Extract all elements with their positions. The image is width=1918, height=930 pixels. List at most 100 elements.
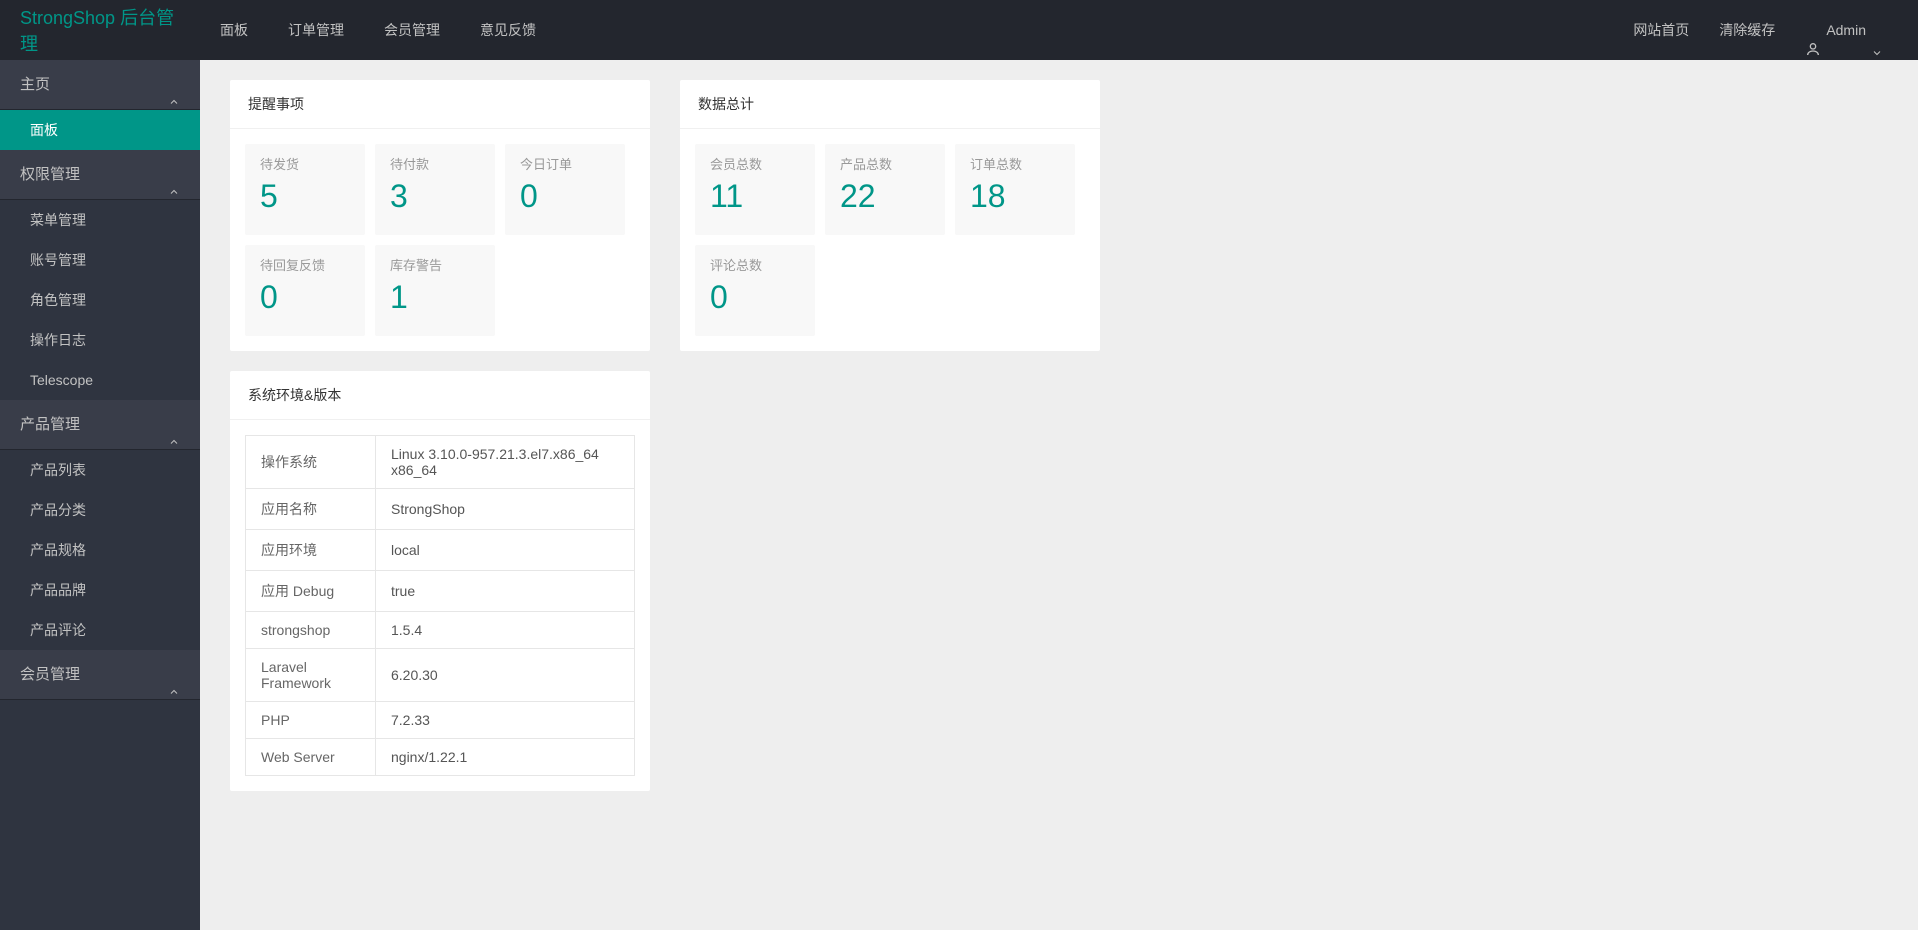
link-clear-cache[interactable]: 清除缓存: [1704, 0, 1790, 60]
user-menu[interactable]: Admin: [1790, 0, 1898, 60]
env-val: nginx/1.22.1: [376, 739, 635, 776]
side-group-title-permissions[interactable]: 权限管理: [0, 150, 200, 200]
table-row: 应用名称StrongShop: [246, 489, 635, 530]
env-key: 应用名称: [246, 489, 376, 530]
chevron-down-icon: [1871, 24, 1883, 36]
stat-stock-alert[interactable]: 库存警告 1: [375, 245, 495, 336]
table-row: Web Servernginx/1.22.1: [246, 739, 635, 776]
stat-pending-pay[interactable]: 待付款 3: [375, 144, 495, 235]
stat-value: 0: [710, 279, 800, 316]
stat-pending-feedback[interactable]: 待回复反馈 0: [245, 245, 365, 336]
stat-orders[interactable]: 订单总数 18: [955, 144, 1075, 235]
env-key: strongshop: [246, 612, 376, 649]
env-val: 6.20.30: [376, 649, 635, 702]
sidebar-item-menus[interactable]: 菜单管理: [0, 200, 200, 240]
logo[interactable]: StrongShop 后台管理: [0, 4, 200, 56]
card-env: 系统环境&版本 操作系统Linux 3.10.0-957.21.3.el7.x8…: [230, 371, 650, 791]
stat-products[interactable]: 产品总数 22: [825, 144, 945, 235]
side-group-home: 主页 面板: [0, 60, 200, 150]
side-group-members: 会员管理: [0, 650, 200, 700]
stat-reviews[interactable]: 评论总数 0: [695, 245, 815, 336]
stat-value: 0: [260, 279, 350, 316]
stat-label: 库存警告: [390, 255, 480, 274]
stat-label: 今日订单: [520, 154, 610, 173]
stat-label: 订单总数: [970, 154, 1060, 173]
sidebar-item-product-brands[interactable]: 产品品牌: [0, 570, 200, 610]
stat-today-orders[interactable]: 今日订单 0: [505, 144, 625, 235]
chevron-up-icon: [168, 419, 180, 431]
env-key: Web Server: [246, 739, 376, 776]
env-key: 操作系统: [246, 436, 376, 489]
sidebar-item-product-categories[interactable]: 产品分类: [0, 490, 200, 530]
env-key: 应用环境: [246, 530, 376, 571]
sidebar-item-product-list[interactable]: 产品列表: [0, 450, 200, 490]
card-header-env: 系统环境&版本: [230, 371, 650, 420]
nav-orders[interactable]: 订单管理: [268, 0, 364, 60]
header: StrongShop 后台管理 面板 订单管理 会员管理 意见反馈 网站首页 清…: [0, 0, 1918, 60]
env-val: 1.5.4: [376, 612, 635, 649]
side-group-label: 权限管理: [20, 150, 80, 200]
stat-value: 3: [390, 178, 480, 215]
side-group-title-home[interactable]: 主页: [0, 60, 200, 110]
side-group-products: 产品管理 产品列表 产品分类 产品规格 产品品牌 产品评论: [0, 400, 200, 650]
stat-value: 18: [970, 178, 1060, 215]
stat-value: 22: [840, 178, 930, 215]
user-name: Admin: [1826, 0, 1866, 60]
chevron-up-icon: [168, 79, 180, 91]
side-group-label: 主页: [20, 60, 50, 110]
env-val: true: [376, 571, 635, 612]
stat-label: 待发货: [260, 154, 350, 173]
sidebar-item-product-reviews[interactable]: 产品评论: [0, 610, 200, 650]
env-table: 操作系统Linux 3.10.0-957.21.3.el7.x86_64 x86…: [245, 435, 635, 776]
link-site-home[interactable]: 网站首页: [1618, 0, 1704, 60]
env-val: Linux 3.10.0-957.21.3.el7.x86_64 x86_64: [376, 436, 635, 489]
env-val: 7.2.33: [376, 702, 635, 739]
table-row: 应用环境local: [246, 530, 635, 571]
stat-label: 待付款: [390, 154, 480, 173]
card-reminders: 提醒事项 待发货 5 待付款 3 今日订单 0: [230, 80, 650, 351]
env-val: StrongShop: [376, 489, 635, 530]
card-header-reminders: 提醒事项: [230, 80, 650, 129]
stat-value: 0: [520, 178, 610, 215]
sidebar-item-telescope[interactable]: Telescope: [0, 360, 200, 400]
card-header-totals: 数据总计: [680, 80, 1100, 129]
chevron-up-icon: [168, 169, 180, 181]
top-nav: 面板 订单管理 会员管理 意见反馈: [200, 0, 1618, 60]
stat-label: 评论总数: [710, 255, 800, 274]
env-key: Laravel Framework: [246, 649, 376, 702]
sidebar-item-oplogs[interactable]: 操作日志: [0, 320, 200, 360]
stat-label: 产品总数: [840, 154, 930, 173]
table-row: strongshop1.5.4: [246, 612, 635, 649]
table-row: PHP7.2.33: [246, 702, 635, 739]
table-row: Laravel Framework6.20.30: [246, 649, 635, 702]
user-icon: [1805, 22, 1821, 38]
side-group-title-products[interactable]: 产品管理: [0, 400, 200, 450]
table-row: 操作系统Linux 3.10.0-957.21.3.el7.x86_64 x86…: [246, 436, 635, 489]
sidebar: 主页 面板 权限管理 菜单管理 账号管理 角色管理 操作日志 Telescope…: [0, 60, 200, 930]
card-totals: 数据总计 会员总数 11 产品总数 22 订单总数 18: [680, 80, 1100, 351]
top-right: 网站首页 清除缓存 Admin: [1618, 0, 1918, 60]
env-key: PHP: [246, 702, 376, 739]
content: 提醒事项 待发货 5 待付款 3 今日订单 0: [200, 60, 1918, 811]
sidebar-item-product-specs[interactable]: 产品规格: [0, 530, 200, 570]
stat-value: 1: [390, 279, 480, 316]
sidebar-item-accounts[interactable]: 账号管理: [0, 240, 200, 280]
stat-label: 待回复反馈: [260, 255, 350, 274]
nav-dashboard[interactable]: 面板: [200, 0, 268, 60]
stat-value: 11: [710, 178, 800, 215]
chevron-up-icon: [168, 669, 180, 681]
sidebar-item-dashboard[interactable]: 面板: [0, 110, 200, 150]
side-group-title-members[interactable]: 会员管理: [0, 650, 200, 700]
stat-value: 5: [260, 178, 350, 215]
table-row: 应用 Debugtrue: [246, 571, 635, 612]
env-key: 应用 Debug: [246, 571, 376, 612]
side-group-label: 会员管理: [20, 650, 80, 700]
side-group-label: 产品管理: [20, 400, 80, 450]
nav-members[interactable]: 会员管理: [364, 0, 460, 60]
side-group-permissions: 权限管理 菜单管理 账号管理 角色管理 操作日志 Telescope: [0, 150, 200, 400]
stat-pending-ship[interactable]: 待发货 5: [245, 144, 365, 235]
nav-feedback[interactable]: 意见反馈: [460, 0, 556, 60]
stat-members[interactable]: 会员总数 11: [695, 144, 815, 235]
sidebar-item-roles[interactable]: 角色管理: [0, 280, 200, 320]
env-val: local: [376, 530, 635, 571]
